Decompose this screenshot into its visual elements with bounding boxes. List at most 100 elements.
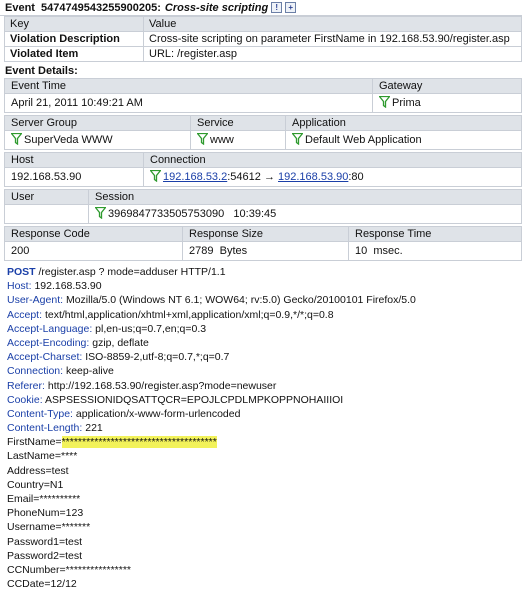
violation-description-key: Violation Description <box>4 31 144 47</box>
header-value: keep-alive <box>65 365 114 378</box>
body-param-line: PhoneNum=123 <box>7 507 84 520</box>
table-row: Violation Description Cross-site scripti… <box>4 31 522 47</box>
host-connection-table: Host Connection 192.168.53.90 192.168.53… <box>4 152 522 187</box>
request-line: POST /register.asp ? mode=adduser HTTP/1… <box>7 265 522 279</box>
application-header: Application <box>285 115 522 131</box>
connection-header: Connection <box>143 152 522 168</box>
request-header-line: Cookie: ASPSESSIONIDQSATTQCR=EPOJLCPDLMP… <box>7 393 522 407</box>
header-name: Cookie <box>7 393 40 406</box>
event-title-bar: Event 5474749543255900205: Cross-site sc… <box>0 0 522 16</box>
header-name: Accept-Language <box>7 322 90 335</box>
header-value: Mozilla/5.0 (Windows NT 6.1; WOW64; rv:5… <box>65 294 416 307</box>
filter-icon[interactable] <box>149 169 162 185</box>
response-size-unit: Bytes <box>219 245 248 257</box>
request-method: POST <box>7 266 36 278</box>
session-id: 3969847733505753090 <box>108 207 225 220</box>
filter-icon[interactable] <box>10 132 23 148</box>
response-size-value: 2789 <box>189 245 214 257</box>
request-headers: Host: 192.168.53.90 User-Agent: Mozilla/5… <box>7 279 522 435</box>
request-body: LastName=**** Address=test Country=N1 Email… <box>7 449 522 591</box>
server-group-cell: SuperVeda WWW <box>4 130 191 150</box>
firstname-line: FirstName=******************************… <box>7 435 522 449</box>
header-name: Referer <box>7 379 43 392</box>
request-header-line: Content-Type: application/x-www-form-url… <box>7 407 522 421</box>
user-session-table: User Session 3969847733505753090 10:39:4… <box>4 189 522 224</box>
body-param-line: Country=N1 <box>7 478 64 491</box>
event-time-table: Event Time Gateway April 21, 2011 10:49:… <box>4 78 522 113</box>
header-name: User-Agent <box>7 294 61 307</box>
filter-icon[interactable] <box>94 206 107 222</box>
tag-icon[interactable]: + <box>285 2 297 13</box>
destination-ip-link[interactable]: 192.168.53.90 <box>278 171 348 183</box>
header-name: Connection <box>7 365 61 378</box>
session-cell: 3969847733505753090 10:39:45 <box>88 204 522 224</box>
header-value: gzip, deflate <box>92 336 149 349</box>
response-time-cell: 10 msec. <box>348 241 522 261</box>
key-column-header: Key <box>4 16 144 32</box>
request-path: /register.asp ? mode=adduser HTTP/1.1 <box>35 266 226 278</box>
user-value <box>4 204 89 224</box>
response-time-unit: msec. <box>373 245 403 257</box>
header-value: application/x-www-form-urlencoded <box>75 407 241 420</box>
event-prefix: Event <box>5 1 35 14</box>
header-value: text/html,application/xhtml+xml,applicat… <box>44 308 334 321</box>
request-header-line: Referer: http://192.168.53.90/register.a… <box>7 379 522 393</box>
header-name: Content-Length <box>7 422 80 435</box>
event-time-value: April 21, 2011 10:49:21 AM <box>4 93 373 113</box>
application-value: Default Web Application <box>305 133 422 146</box>
response-code-value: 200 <box>4 241 183 261</box>
raw-request: POST /register.asp ? mode=adduser HTTP/1… <box>0 263 522 591</box>
host-header: Host <box>4 152 144 168</box>
header-value: ASPSESSIONIDQSATTQCR=EPOJLCPDLMPKOPPNOHA… <box>44 393 344 406</box>
filter-icon[interactable] <box>196 132 209 148</box>
request-header-line: Host: 192.168.53.90 <box>7 279 522 293</box>
exclamation-icon[interactable]: ! <box>271 2 283 13</box>
header-value: 221 <box>85 422 103 435</box>
gateway-value[interactable]: Prima <box>392 97 421 109</box>
header-value: pl,en-us;q=0.7,en;q=0.3 <box>95 322 207 335</box>
header-name: Accept-Charset <box>7 351 80 364</box>
body-param-line: CCDate=12/12 <box>7 578 77 591</box>
filter-icon[interactable] <box>378 95 391 111</box>
connection-cell: 192.168.53.2:54612 → 192.168.53.90:80 <box>143 167 522 187</box>
session-time: 10:39:45 <box>233 207 277 220</box>
firstname-highlighted-value: ************************************** <box>61 436 217 449</box>
table-row: Violated Item URL: /register.asp <box>4 46 522 62</box>
arrow-icon: → <box>263 170 275 183</box>
request-header-line: User-Agent: Mozilla/5.0 (Windows NT 6.1;… <box>7 293 522 307</box>
service-header: Service <box>190 115 286 131</box>
response-size-cell: 2789 Bytes <box>182 241 349 261</box>
header-name: Content-Type <box>7 407 71 420</box>
session-header: Session <box>88 189 522 205</box>
user-header: User <box>4 189 89 205</box>
service-value: www <box>210 133 234 146</box>
response-time-value: 10 <box>355 245 368 257</box>
request-header-line: Accept-Encoding: gzip, deflate <box>7 336 522 350</box>
body-param-line: Password2=test <box>7 549 82 562</box>
body-param-line: Address=test <box>7 464 69 477</box>
body-param-line: LastName=**** <box>7 450 78 463</box>
destination-port: :80 <box>348 170 364 183</box>
violated-item-value: URL: /register.asp <box>143 46 522 62</box>
event-id: 5474749543255900205: <box>40 1 161 14</box>
gateway-header: Gateway <box>372 78 522 94</box>
host-value: 192.168.53.90 <box>4 167 144 187</box>
request-header-line: Accept: text/html,application/xhtml+xml,… <box>7 308 522 322</box>
request-header-line: Accept-Language: pl,en-us;q=0.7,en;q=0.3 <box>7 322 522 336</box>
violation-description-value: Cross-site scripting on parameter FirstN… <box>143 31 522 47</box>
filter-icon[interactable] <box>291 132 304 148</box>
response-time-header: Response Time <box>348 226 522 242</box>
server-group-header: Server Group <box>4 115 191 131</box>
firstname-label: FirstName= <box>7 436 62 449</box>
request-header-line: Content-Length: 221 <box>7 421 522 435</box>
header-name: Host <box>7 280 29 293</box>
event-title: Cross-site scripting <box>164 1 269 14</box>
server-group-value: SuperVeda WWW <box>24 133 113 146</box>
header-value: 192.168.53.90 <box>34 280 102 293</box>
service-cell: www <box>190 130 286 150</box>
header-value: http://192.168.53.90/register.asp?mode=n… <box>47 379 277 392</box>
header-value: ISO-8859-2,utf-8;q=0.7,*;q=0.7 <box>85 351 230 364</box>
response-table: Response Code Response Size Response Tim… <box>4 226 522 261</box>
source-ip-link[interactable]: 192.168.53.2 <box>163 171 227 183</box>
body-param-line: CCNumber=**************** <box>7 563 132 576</box>
